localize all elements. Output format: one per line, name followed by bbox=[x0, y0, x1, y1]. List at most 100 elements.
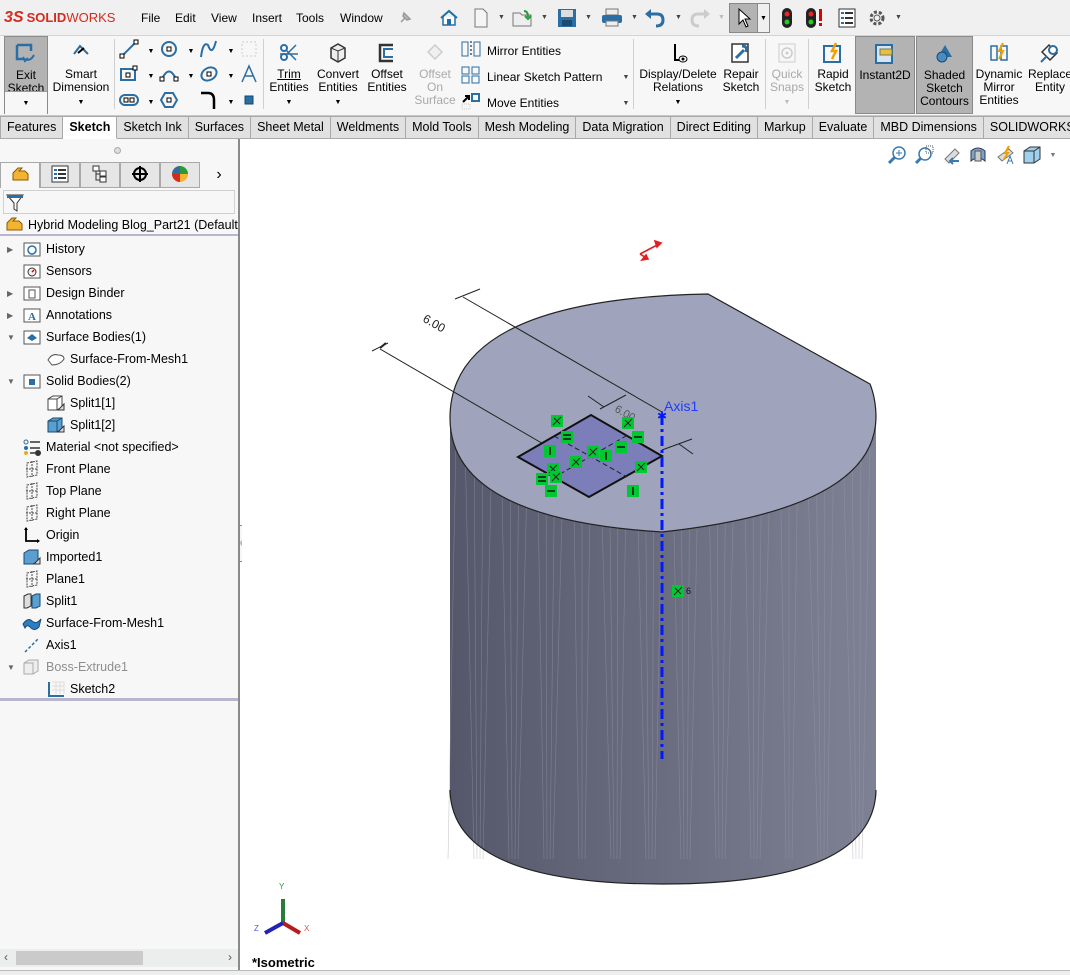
relation-badge[interactable] bbox=[632, 431, 644, 443]
file-properties-icon[interactable] bbox=[835, 6, 859, 30]
offset-entities-button[interactable]: Offset Entities bbox=[364, 36, 410, 114]
tree-item-annotations[interactable]: ▶ A Annotations bbox=[0, 304, 238, 326]
redo-icon[interactable] bbox=[688, 6, 712, 30]
collapse-arrow-icon[interactable]: ▼ bbox=[7, 663, 15, 672]
linear-sketch-pattern-button[interactable]: Linear Sketch Pattern bbox=[461, 66, 602, 87]
tab-sketch-ink[interactable]: Sketch Ink bbox=[117, 116, 189, 139]
tree-item-history[interactable]: ▶ History bbox=[0, 238, 238, 260]
text-tool-icon[interactable] bbox=[238, 63, 260, 85]
smart-dimension-button[interactable]: Smart Dimension ▼ bbox=[52, 36, 110, 114]
mirror-entities-button[interactable]: Mirror Entities bbox=[461, 40, 561, 61]
trim-entities-button[interactable]: Trim Entities ▼ bbox=[267, 36, 311, 114]
point-tool-icon[interactable] bbox=[238, 89, 260, 111]
relation-badge[interactable] bbox=[570, 456, 582, 468]
relation-badge[interactable] bbox=[587, 446, 599, 458]
tree-item-front-plane[interactable]: Front Plane bbox=[0, 458, 238, 480]
relation-badge[interactable] bbox=[622, 417, 634, 429]
undo-dropdown-icon[interactable]: ▼ bbox=[675, 14, 682, 21]
feature-manager-tab[interactable] bbox=[0, 162, 40, 188]
print-dropdown-icon[interactable]: ▼ bbox=[631, 14, 638, 21]
display-manager-tab[interactable] bbox=[160, 162, 200, 188]
menu-edit[interactable]: Edit bbox=[175, 11, 196, 25]
redo-dropdown-icon[interactable]: ▼ bbox=[718, 14, 725, 21]
save-dropdown-icon[interactable]: ▼ bbox=[585, 14, 592, 21]
scroll-left-icon[interactable]: ‹ bbox=[4, 950, 8, 964]
relation-badge[interactable] bbox=[561, 431, 573, 443]
solidworks-logo[interactable]: 3S SOLIDWORKS bbox=[4, 9, 115, 27]
part-root-item[interactable]: Hybrid Modeling Blog_Part21 (Default) <<… bbox=[0, 216, 238, 236]
relation-badge[interactable] bbox=[550, 471, 562, 483]
relation-badge[interactable] bbox=[600, 450, 612, 462]
menu-insert[interactable]: Insert bbox=[252, 11, 282, 25]
tab-weldments[interactable]: Weldments bbox=[330, 116, 407, 139]
rectangle-tool-icon[interactable] bbox=[118, 63, 140, 85]
tab-direct-editing[interactable]: Direct Editing bbox=[670, 116, 759, 139]
tree-item-material-not-specified[interactable]: Material <not specified> bbox=[0, 436, 238, 458]
relation-badge[interactable] bbox=[545, 485, 557, 497]
move-entities-button[interactable]: Move Entities bbox=[461, 92, 559, 113]
tree-item-sensors[interactable]: Sensors bbox=[0, 260, 238, 282]
tab-data-migration[interactable]: Data Migration bbox=[576, 116, 671, 139]
tree-item-surface-from-mesh1[interactable]: Surface-From-Mesh1 bbox=[0, 348, 238, 370]
tree-item-split1-2[interactable]: Split1[2] bbox=[0, 414, 238, 436]
replace-entity-button[interactable]: Replace Entity bbox=[1026, 36, 1070, 114]
trim-dropdown-icon[interactable]: ▼ bbox=[286, 96, 293, 109]
tree-item-solid-bodies-2[interactable]: ▼ Solid Bodies(2) bbox=[0, 370, 238, 392]
relation-badge[interactable] bbox=[627, 485, 639, 497]
dimxpert-manager-tab[interactable] bbox=[120, 162, 160, 188]
menu-tools[interactable]: Tools bbox=[296, 11, 324, 25]
tab-mbd-dimensions[interactable]: MBD Dimensions bbox=[874, 116, 984, 139]
property-manager-tab[interactable] bbox=[40, 162, 80, 188]
convert-entities-button[interactable]: Convert Entities ▼ bbox=[314, 36, 362, 114]
tree-item-imported1[interactable]: Imported1 bbox=[0, 546, 238, 568]
tree-item-axis1[interactable]: Axis1 bbox=[0, 634, 238, 656]
expand-arrow-icon[interactable]: ▶ bbox=[7, 289, 13, 298]
undo-icon[interactable] bbox=[643, 6, 667, 30]
shaded-sketch-contours-button[interactable]: Shaded Sketch Contours bbox=[916, 36, 973, 114]
relation-badge[interactable] bbox=[635, 461, 647, 473]
new-dropdown-icon[interactable]: ▼ bbox=[498, 14, 505, 21]
save-icon[interactable] bbox=[555, 6, 579, 30]
tree-item-right-plane[interactable]: Right Plane bbox=[0, 502, 238, 524]
spline-tool-icon[interactable] bbox=[198, 38, 220, 60]
axis1-label[interactable]: Axis1 bbox=[664, 398, 698, 414]
relation-badge[interactable] bbox=[544, 445, 556, 457]
display-delete-relations-dropdown-icon[interactable]: ▼ bbox=[675, 96, 682, 109]
circle-tool-icon[interactable] bbox=[158, 38, 180, 60]
dimension-outer-value[interactable]: 6.00 bbox=[421, 311, 449, 335]
tree-filter-field[interactable] bbox=[3, 190, 235, 214]
options-gear-icon[interactable] bbox=[865, 6, 889, 30]
tab-solidworks-add-ins[interactable]: SOLIDWORKS Add-Ins bbox=[983, 116, 1070, 139]
tab-mold-tools[interactable]: Mold Tools bbox=[406, 116, 479, 139]
open-icon[interactable] bbox=[511, 6, 535, 30]
fillet-tool-icon[interactable] bbox=[198, 89, 220, 111]
rebuild-all-icon[interactable] bbox=[803, 6, 827, 30]
panel-more-arrow-icon[interactable]: › bbox=[200, 162, 238, 188]
expand-arrow-icon[interactable]: ▶ bbox=[7, 245, 13, 254]
tab-sketch[interactable]: Sketch bbox=[63, 116, 118, 139]
tree-item-surface-from-mesh1[interactable]: Surface-From-Mesh1 bbox=[0, 612, 238, 634]
smart-dimension-dropdown-icon[interactable]: ▼ bbox=[78, 96, 85, 109]
rapid-sketch-button[interactable]: Rapid Sketch bbox=[811, 36, 855, 114]
tree-item-split1-1[interactable]: Split1[1] bbox=[0, 392, 238, 414]
display-delete-relations-button[interactable]: Display/Delete Relations ▼ bbox=[638, 36, 718, 114]
relation-badge[interactable] bbox=[536, 473, 548, 485]
arc-tool-icon[interactable] bbox=[158, 63, 180, 85]
tree-item-split1[interactable]: Split1 bbox=[0, 590, 238, 612]
tree-item-surface-bodies-1[interactable]: ▼ Surface Bodies(1) bbox=[0, 326, 238, 348]
horizontal-scrollbar[interactable]: ‹ › bbox=[0, 949, 238, 967]
select-dropdown-icon[interactable]: ▼ bbox=[758, 3, 770, 33]
pin-icon[interactable] bbox=[393, 6, 417, 30]
rebuild-icon[interactable] bbox=[775, 6, 799, 30]
exit-sketch-button[interactable]: Exit Sketch ▼ bbox=[4, 36, 48, 114]
select-icon[interactable] bbox=[729, 3, 758, 33]
options-dropdown-icon[interactable]: ▼ bbox=[895, 14, 902, 21]
tab-features[interactable]: Features bbox=[0, 116, 64, 139]
repair-sketch-button[interactable]: Repair Sketch bbox=[719, 36, 763, 114]
menu-view[interactable]: View bbox=[211, 11, 237, 25]
tab-mesh-modeling[interactable]: Mesh Modeling bbox=[478, 116, 577, 139]
menu-file[interactable]: File bbox=[141, 11, 160, 25]
tab-evaluate[interactable]: Evaluate bbox=[812, 116, 875, 139]
collapse-arrow-icon[interactable]: ▼ bbox=[7, 333, 15, 342]
relation-badge[interactable] bbox=[672, 585, 684, 597]
